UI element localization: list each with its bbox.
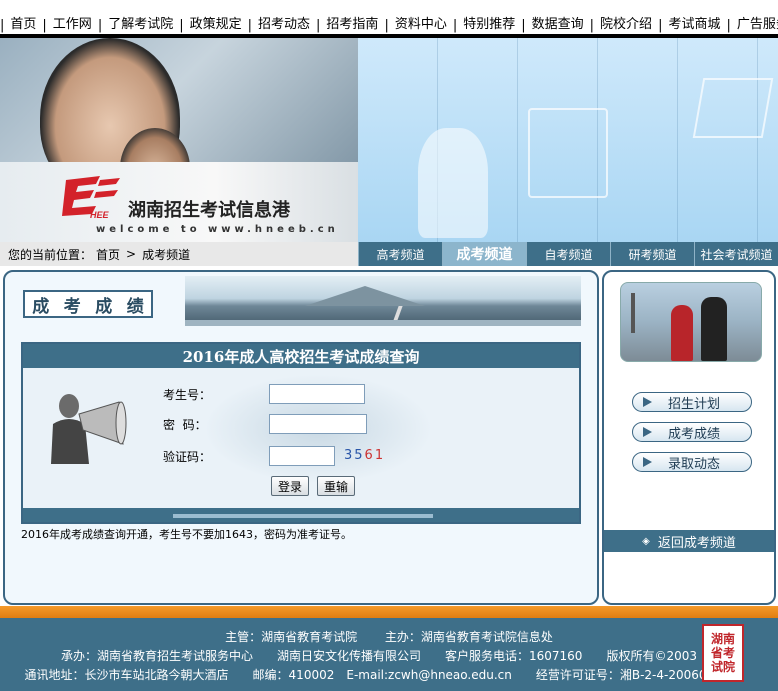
person-silhouette	[418, 128, 488, 238]
exam-scores-button[interactable]: 成考成绩	[632, 422, 752, 442]
banner-graphic	[358, 38, 778, 242]
nav-ads[interactable]: 广告服务	[731, 17, 778, 33]
breadcrumb-separator: >	[126, 247, 137, 261]
megaphone-person-icon	[51, 394, 127, 464]
reset-button[interactable]: 重输	[317, 476, 356, 496]
tab-social-exam[interactable]: 社会考试频道	[694, 242, 778, 266]
play-arrow-icon	[643, 397, 652, 407]
footer-divider	[0, 606, 778, 618]
exam-number-input[interactable]	[269, 384, 365, 404]
admission-news-button[interactable]: 录取动态	[632, 452, 752, 472]
computer-graphic	[528, 108, 608, 198]
nav-guide[interactable]: 招考指南	[320, 17, 384, 33]
breadcrumb-home[interactable]: 首页	[96, 246, 120, 263]
svg-text:HEE: HEE	[90, 210, 110, 220]
laptop-graphic	[692, 78, 774, 138]
nav-work-net[interactable]: 工作网	[47, 17, 98, 33]
main-content: 成 考 成 绩 2016年成人高校招生考试成绩查询 考生号： 密 码： 验证码：…	[3, 270, 599, 605]
channel-tabs: 高考频道 成考频道 自考频道 研考频道 社会考试频道	[358, 242, 778, 266]
captcha-image[interactable]: 3561	[344, 448, 385, 463]
tab-yankao[interactable]: 研考频道	[610, 242, 694, 266]
breadcrumb: 您的当前位置： 首页 > 成考频道	[0, 242, 358, 266]
password-input[interactable]	[269, 414, 367, 434]
play-arrow-icon	[643, 427, 652, 437]
nav-data-query[interactable]: 数据查询	[526, 17, 590, 33]
sidebar-photo	[620, 282, 762, 362]
tab-zikao[interactable]: 自考频道	[526, 242, 610, 266]
score-query-form: 2016年成人高校招生考试成绩查询 考生号： 密 码： 验证码： 3561 登录…	[21, 342, 581, 524]
nav-about-institute[interactable]: 了解考试院	[102, 17, 179, 33]
password-label: 密 码：	[163, 418, 207, 432]
breadcrumb-label: 您的当前位置：	[8, 247, 93, 262]
query-notice: 2016年成考成绩查询开通，考生号不要加1643，密码为准考证号。	[21, 528, 352, 541]
nav-resources[interactable]: 资料中心	[389, 17, 453, 33]
sidebar: 招生计划 成考成绩 录取动态 ◈ 返回成考频道	[602, 270, 776, 605]
nav-schools[interactable]: 院校介绍	[594, 17, 658, 33]
road-banner-image	[185, 276, 581, 326]
tab-chengkao[interactable]: 成考频道	[442, 242, 526, 266]
footer-organizer: 承办：湖南省教育招生考试服务中心 湖南日安文化传播有限公司 客户服务电话：160…	[61, 649, 697, 663]
section-title: 成 考 成 绩	[23, 290, 153, 318]
tab-gaokao[interactable]: 高考频道	[358, 242, 442, 266]
exam-number-label: 考生号：	[163, 388, 212, 402]
bullet-icon: ◈	[642, 535, 650, 547]
site-welcome: welcome to www.hneeb.cn	[96, 224, 339, 235]
nav-featured[interactable]: 特别推荐	[457, 17, 521, 33]
footer-address: 通讯地址：长沙市车站北路今朝大酒店 邮编：410002 E-mail:zcwh@…	[24, 668, 730, 682]
nav-home[interactable]: 首页	[4, 17, 42, 33]
footer: 主管：湖南省教育考试院 主办：湖南省教育考试院信息处 承办：湖南省教育招生考试服…	[0, 618, 778, 691]
site-title: 湖南招生考试信息港	[128, 200, 290, 221]
return-channel-link[interactable]: ◈ 返回成考频道	[604, 530, 774, 552]
nav-news[interactable]: 招考动态	[252, 17, 316, 33]
captcha-label: 验证码：	[163, 450, 212, 464]
page: { "nav": { "items": ["首页","工作网","了解考试院",…	[0, 0, 778, 691]
breadcrumb-current: 成考频道	[142, 247, 191, 262]
nav-store[interactable]: 考试商城	[662, 17, 726, 33]
banner: HEE 湖南招生考试信息港 welcome to www.hneeb.cn	[0, 38, 778, 242]
top-navigation: | 首页 | 工作网 | 了解考试院 | 政策规定 | 招考动态 | 招考指南 | 资料中心…	[0, 0, 778, 38]
play-arrow-icon	[643, 457, 652, 467]
seal-logo: 湖南 省考 试院	[702, 624, 744, 682]
footer-sponsor: 主管：湖南省教育考试院 主办：湖南省教育考试院信息处	[225, 630, 553, 644]
hee-logo-icon: HEE	[62, 176, 120, 220]
nav-policy[interactable]: 政策规定	[184, 17, 248, 33]
form-title: 2016年成人高校招生考试成绩查询	[23, 344, 579, 368]
enrollment-plan-button[interactable]: 招生计划	[632, 392, 752, 412]
captcha-input[interactable]	[269, 446, 335, 466]
login-button[interactable]: 登录	[271, 476, 310, 496]
